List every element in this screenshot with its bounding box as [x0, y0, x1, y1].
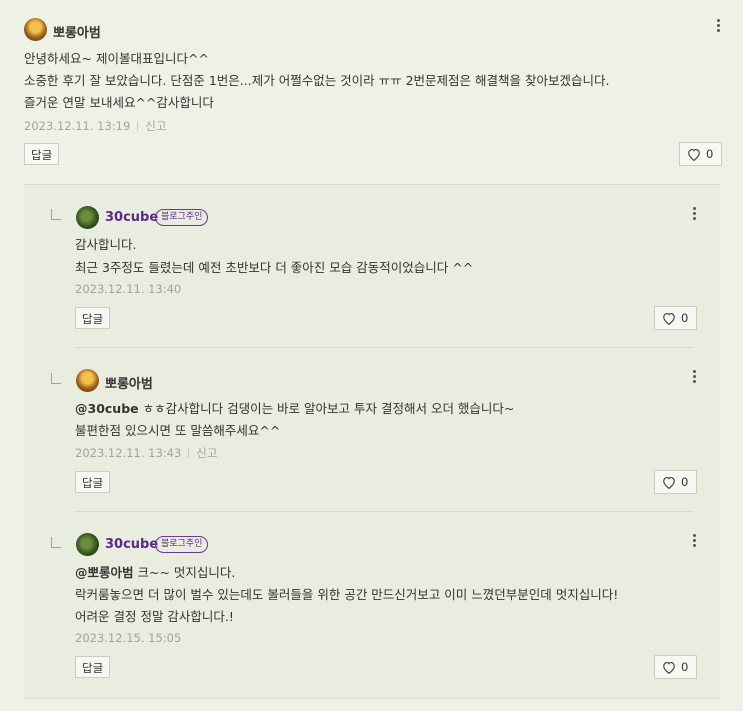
heart-icon	[688, 148, 700, 162]
like-button[interactable]: 0	[679, 142, 723, 166]
reply-thread: 30cube 블로그주인 감사합니다. 최근 3주정도 들렸는데 예전 초반보다…	[24, 184, 720, 699]
avatar[interactable]	[24, 18, 47, 41]
heart-icon	[663, 661, 675, 675]
reply-date: 2023.12.15. 15:05	[75, 631, 182, 645]
reply-author[interactable]: 30cube	[105, 210, 158, 225]
reply-author[interactable]: 뽀롱아범	[105, 373, 153, 392]
reply-text: ㅎㅎ감사합니다 검댕이는 바로 알아보고 투자 결정해서 오더 했습니다~	[138, 401, 515, 416]
like-button[interactable]: 0	[654, 306, 698, 330]
like-button[interactable]: 0	[654, 470, 698, 494]
reply-text-line: @30cube ㅎㅎ감사합니다 검댕이는 바로 알아보고 투자 결정해서 오더 …	[75, 398, 514, 420]
like-button[interactable]: 0	[654, 655, 698, 679]
reply-indent-icon	[51, 373, 61, 384]
more-options-icon[interactable]	[689, 206, 699, 222]
reply-text-line: 불편한점 있으시면 또 말씀해주세요^^	[75, 423, 281, 438]
comment-text-line: 안녕하세요~ 제이볼대표입니다^^	[24, 51, 209, 66]
comment-text-line: 즐거운 연말 보내세요^^감사합니다	[24, 95, 214, 110]
comment-meta: 2023.12.11. 13:19 신고	[24, 118, 166, 134]
reply-indent-icon	[51, 209, 61, 220]
reply-author[interactable]: 30cube	[105, 537, 158, 552]
reply-text-line: 락커룸놓으면 더 많이 벌수 있는데도 볼러들을 위한 공간 만드신거보고 이미…	[75, 587, 619, 602]
owner-badge: 블로그주인	[155, 536, 209, 553]
reply-button[interactable]: 답글	[75, 656, 111, 678]
avatar[interactable]	[76, 369, 99, 392]
comment-text-line: 소중한 후기 잘 보았습니다. 단점준 1번은...제가 어쩔수없는 것이라 ㅠ…	[24, 73, 610, 88]
like-count: 0	[706, 147, 714, 161]
heart-icon	[663, 476, 675, 490]
like-count: 0	[681, 660, 689, 674]
reply-meta: 2023.12.11. 13:43 신고	[75, 445, 217, 461]
report-link[interactable]: 신고	[145, 119, 166, 133]
more-options-icon[interactable]	[689, 533, 699, 549]
divider	[137, 121, 139, 131]
divider	[75, 511, 694, 512]
report-link[interactable]: 신고	[196, 446, 217, 460]
heart-icon	[663, 312, 675, 326]
mention[interactable]: @30cube	[75, 401, 139, 416]
reply-button[interactable]: 답글	[75, 307, 111, 329]
reply-button[interactable]: 답글	[24, 143, 60, 165]
reply-text-line: 최근 3주정도 들렸는데 예전 초반보다 더 좋아진 모습 감동적이었습니다 ^…	[75, 260, 474, 275]
divider	[188, 448, 190, 458]
reply-button[interactable]: 답글	[75, 471, 111, 493]
reply-text-line: 감사합니다.	[75, 237, 137, 252]
like-count: 0	[681, 311, 689, 325]
more-options-icon[interactable]	[713, 18, 723, 34]
like-count: 0	[681, 475, 689, 489]
more-options-icon[interactable]	[689, 369, 699, 385]
reply-indent-icon	[51, 537, 61, 548]
reply-text-line: @뽀롱아범 크~~ 멋지십니다.	[75, 562, 235, 584]
reply-date: 2023.12.11. 13:40	[75, 282, 182, 296]
reply-text-line: 어려운 결정 정말 감사합니다.!	[75, 609, 234, 624]
reply-text: 크~~ 멋지십니다.	[133, 565, 236, 580]
divider	[75, 347, 694, 348]
mention[interactable]: @뽀롱아범	[75, 565, 134, 580]
avatar[interactable]	[76, 206, 99, 229]
comment-date: 2023.12.11. 13:19	[24, 119, 131, 133]
reply-date: 2023.12.11. 13:43	[75, 446, 182, 460]
avatar[interactable]	[76, 533, 99, 556]
owner-badge: 블로그주인	[155, 209, 209, 226]
comment-author[interactable]: 뽀롱아범	[53, 22, 101, 41]
